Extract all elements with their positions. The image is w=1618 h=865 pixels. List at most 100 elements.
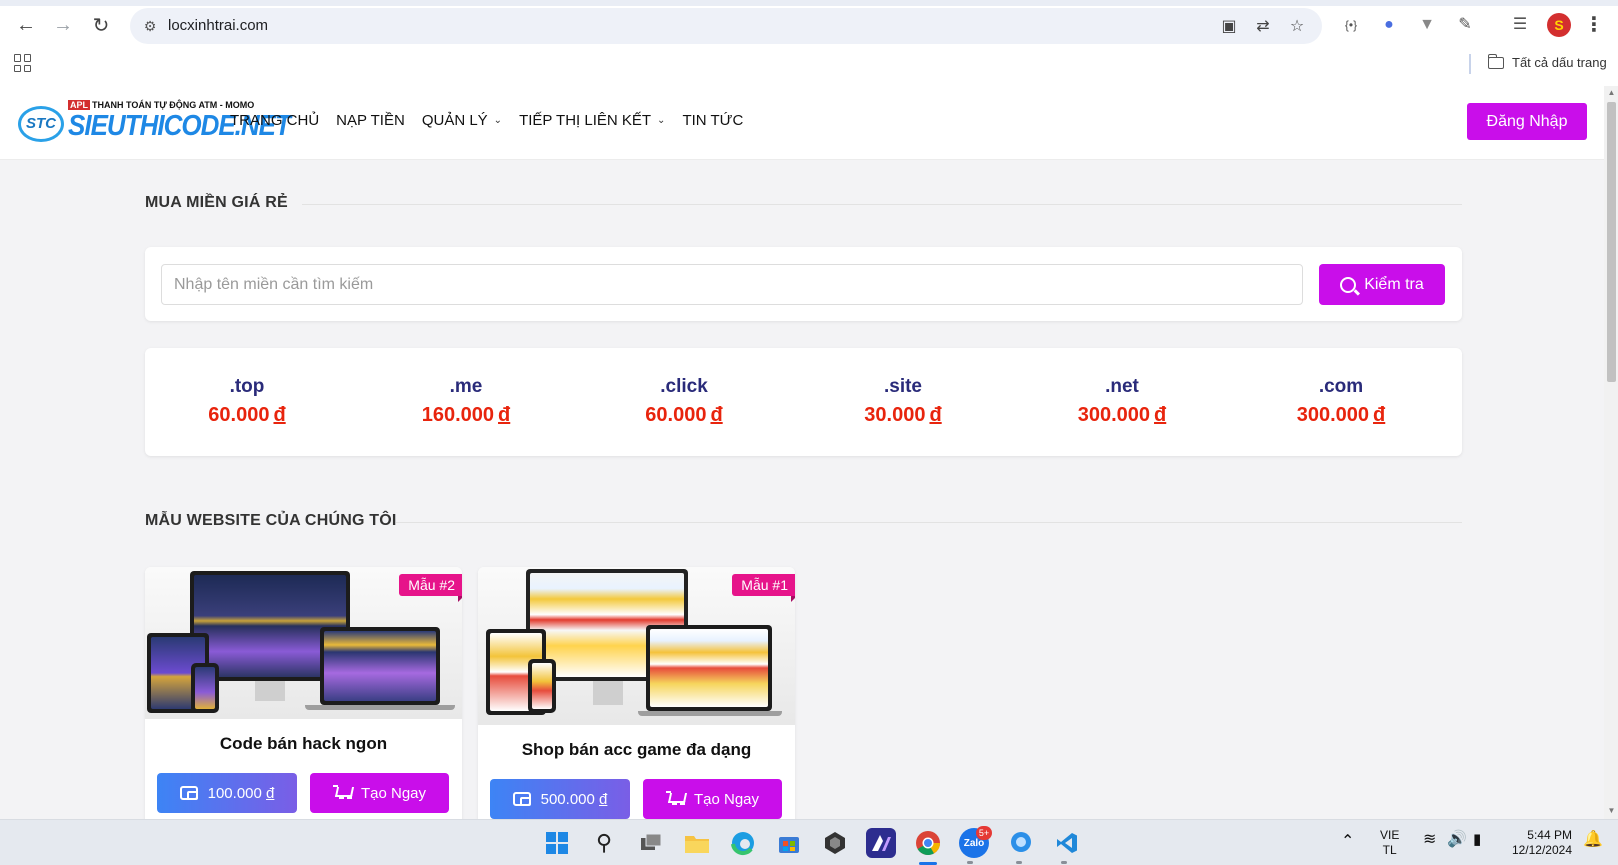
media-control-icon[interactable]: ☰ [1508,13,1532,37]
scrollbar-thumb[interactable] [1607,102,1616,382]
currency-symbol: đ [599,790,608,808]
domain-section-title: MUA MIỀN GIÁ RẺ [145,194,288,211]
template-card[interactable]: Mẫu #2 Code bán hack ngon 100.000 đ Tạo … [145,567,462,819]
extension-code-icon[interactable]: {•} [1339,13,1363,37]
running-indicator [1061,861,1067,864]
main-nav: TRANG CHỦ NẠP TIỀN QUẢN LÝ ⌄ TIẾP THỊ LIÊ… [230,112,760,129]
template-preview-image[interactable]: Mẫu #1 [478,567,795,725]
bookmark-separator [1469,54,1471,74]
notification-bell-icon[interactable]: 🔔 [1583,832,1603,848]
phone-mockup [191,663,219,713]
folder-icon [1487,53,1504,69]
file-explorer-icon[interactable] [682,828,712,858]
volume-icon[interactable]: 🔊 [1447,832,1467,848]
search-icon [1340,276,1357,293]
tld-item[interactable]: .click 60.000 đ [604,376,764,427]
tld-item[interactable]: .com 300.000 đ [1261,376,1421,427]
microsoft-store-icon[interactable] [774,828,804,858]
tld-price: 60.000 đ [167,404,327,427]
tray-chevron-up-icon[interactable]: ⌃ [1341,834,1354,850]
laptop-base [638,711,782,716]
monitor-stand [255,681,285,701]
all-bookmarks[interactable]: Tất cả dấu trang [1487,53,1607,70]
tld-name: .net [1105,376,1139,397]
site-info-icon[interactable]: ⚙ [140,16,160,36]
nav-affiliate[interactable]: TIẾP THỊ LIÊN KẾT ⌄ [519,112,665,129]
battery-icon[interactable]: ▮ [1473,832,1481,847]
language-layout: TL [1382,843,1397,857]
template-price-value: 100.000 [207,784,262,802]
nav-deposit-label: NẠP TIỀN [336,112,405,129]
nav-home[interactable]: TRANG CHỦ [230,112,319,129]
chat-bubble-app-icon[interactable] [1006,828,1036,858]
domain-search-card: Kiểm tra [145,247,1462,321]
profile-avatar[interactable]: S [1547,13,1571,37]
tld-price: 160.000 đ [386,404,546,427]
template-price: 100.000 đ [208,785,275,802]
phone-mockup [528,659,556,713]
chrome-browser-icon[interactable] [913,828,943,858]
vscode-icon[interactable] [1052,828,1082,858]
tld-price-value: 30.000 [864,404,926,426]
cart-icon [665,791,686,807]
tld-price-value: 300.000 [1296,404,1370,426]
page-scrollbar[interactable]: ▲ ▼ [1604,86,1618,819]
scroll-down-icon[interactable]: ▼ [1607,806,1616,816]
tld-name: .com [1318,376,1364,397]
extension-vue-icon[interactable]: ▼ [1415,13,1439,37]
tld-price: 300.000 đ [1042,404,1202,427]
apps-grid-icon[interactable] [14,54,32,72]
browser-menu-icon[interactable]: ⋮ [1584,12,1604,38]
back-icon[interactable]: ← [11,10,41,40]
browser-chrome: ← → ↻ ⚙ locxinhtrai.com ▣ ⇄ ☆ {•} ● ▼ ✎ … [0,0,1618,86]
nav-news[interactable]: TIN TỨC [682,112,743,129]
bookmark-star-icon[interactable]: ☆ [1286,16,1308,38]
check-domain-button[interactable]: Kiểm tra [1319,264,1445,305]
template-preview-image[interactable]: Mẫu #2 [145,567,462,719]
login-button[interactable]: Đăng Nhập [1467,103,1587,140]
visual-studio-icon[interactable] [866,828,896,858]
scroll-up-icon[interactable]: ▲ [1607,88,1616,98]
url-text[interactable]: locxinhtrai.com [168,17,268,34]
install-app-icon[interactable]: ▣ [1218,16,1240,38]
currency-symbol: đ [273,404,286,426]
template-card[interactable]: Mẫu #1 Shop bán acc game đa dạng 500.000… [478,567,795,819]
tld-price-value: 60.000 [645,404,707,426]
reload-icon[interactable]: ↻ [86,10,116,40]
nav-manage-label: QUẢN LÝ [421,112,488,129]
edge-browser-icon[interactable] [728,828,758,858]
address-bar[interactable]: ⚙ locxinhtrai.com ▣ ⇄ ☆ [130,8,1322,44]
tld-item[interactable]: .site 30.000 đ [823,376,983,427]
nav-deposit[interactable]: NẠP TIỀN [336,112,405,129]
wifi-icon[interactable]: ≋ [1423,832,1436,848]
search-icon[interactable]: ⚲ [589,828,619,858]
clock[interactable]: 5:44 PM 12/12/2024 [1502,828,1572,858]
input-language[interactable]: VIE TL [1380,828,1399,858]
domain-search-input[interactable] [161,264,1303,305]
forward-icon[interactable]: → [48,10,78,40]
start-windows-icon[interactable] [542,828,572,858]
clock-time: 5:44 PM [1527,828,1572,842]
site-logo[interactable]: STC APL THANH TOÁN TỰ ĐỘNG ATM - MOMO SIE… [18,100,291,148]
currency-symbol: đ [1373,404,1386,426]
wallet-icon [512,792,531,806]
template-price-value: 500.000 [540,790,595,808]
template-price-button[interactable]: 500.000 đ [490,779,630,819]
tld-item[interactable]: .me 160.000 đ [386,376,546,427]
create-now-label: Tạo Ngay [693,790,760,808]
tld-item[interactable]: .top 60.000 đ [167,376,327,427]
create-now-label: Tạo Ngay [360,784,427,802]
translate-icon[interactable]: ⇄ [1252,16,1274,38]
template-price-button[interactable]: 100.000 đ [157,773,297,813]
tld-item[interactable]: .net 300.000 đ [1042,376,1202,427]
tld-price-value: 60.000 [208,404,270,426]
unity-app-icon[interactable] [820,828,850,858]
tld-price: 30.000 đ [823,404,983,427]
extension-globe-icon[interactable]: ● [1377,13,1401,37]
create-now-button[interactable]: Tạo Ngay [643,779,782,819]
create-now-button[interactable]: Tạo Ngay [310,773,449,813]
task-view-icon[interactable] [636,828,666,858]
nav-manage[interactable]: QUẢN LÝ ⌄ [422,112,502,129]
currency-symbol: đ [710,404,723,426]
extensions-puzzle-icon[interactable]: ✎ [1453,13,1477,37]
